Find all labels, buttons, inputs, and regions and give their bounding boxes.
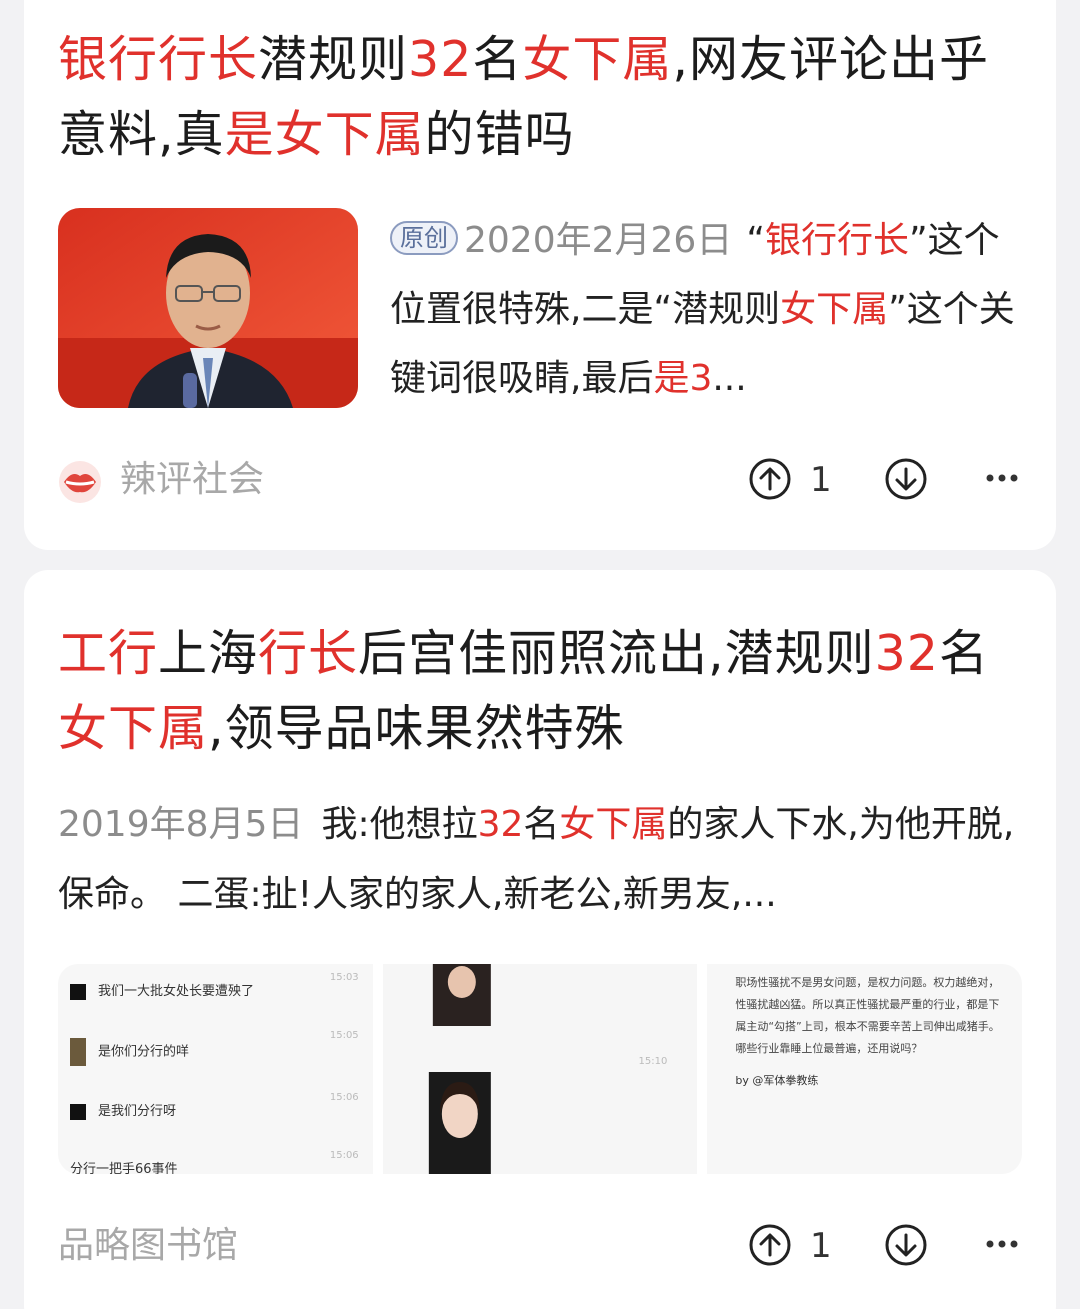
original-badge: 原创 — [390, 221, 458, 255]
upvote-count: 1 — [810, 460, 832, 500]
chat-message: 我们一大批女处长要遭殃了 — [70, 980, 254, 1000]
portrait-image — [58, 208, 358, 408]
chat-time: 15:10 — [638, 1056, 668, 1067]
result-footer: 品略图书馆 1 — [58, 1216, 1022, 1276]
arrow-up-circle-icon[interactable] — [748, 457, 792, 501]
chat-time: 15:03 — [329, 972, 359, 983]
result-snippet: 2019年8月5日 我:他想拉32名女下属的家人下水,为他开脱,保命。 二蛋:扯!… — [58, 790, 1018, 930]
highlighted-keyword: 32 — [477, 804, 524, 845]
publish-date: 2020年2月26日 — [464, 220, 733, 261]
ellipsis-icon[interactable] — [984, 466, 1020, 490]
note-author: by @军体拳教练 — [735, 1074, 819, 1087]
text-segment: ... — [712, 358, 747, 399]
text-segment: 名 — [938, 625, 989, 682]
upvote-count: 1 — [810, 1226, 832, 1266]
text-segment: ,领导品味果然特殊 — [208, 700, 625, 757]
chat-message: 分行一把手66事件 — [70, 1162, 178, 1174]
result-card-2[interactable]: 工行上海行长后宫佳丽照流出,潜规则32名女下属,领导品味果然特殊 2019年8月… — [24, 570, 1056, 1309]
text-segment: 我:他想拉 — [321, 804, 478, 845]
portrait-photos — [382, 964, 698, 1174]
highlighted-keyword: 行长 — [258, 625, 359, 682]
ellipsis-icon[interactable] — [984, 1232, 1020, 1256]
chat-message: 是你们分行的咩 — [70, 1038, 189, 1066]
highlighted-keyword: 工行 — [58, 625, 159, 682]
highlighted-keyword: 银行行长 — [58, 31, 259, 88]
arrow-down-circle-icon[interactable] — [884, 1223, 928, 1267]
gallery-image-note[interactable]: 职场性骚扰不是男女问题，是权力问题。权力越绝对，性骚扰越凶猛。所以真正性骚扰最严… — [707, 964, 1022, 1174]
chat-message: 是我们分行呀 — [70, 1100, 176, 1120]
text-segment: 上海 — [158, 625, 259, 682]
highlighted-keyword: 是3 — [653, 358, 713, 399]
result-title[interactable]: 工行上海行长后宫佳丽照流出,潜规则32名女下属,领导品味果然特殊 — [58, 616, 1028, 766]
arrow-up-circle-icon[interactable] — [748, 1223, 792, 1267]
text-segment: “ — [746, 220, 765, 261]
highlighted-keyword: 32 — [408, 31, 473, 88]
highlighted-keyword: 女下属 — [780, 289, 889, 330]
highlighted-keyword: 女下属 — [559, 804, 668, 845]
chat-time: 15:06 — [329, 1150, 359, 1161]
gallery-image-photos[interactable]: 15:10 — [382, 964, 698, 1174]
source-name[interactable]: 品略图书馆 — [58, 1216, 238, 1276]
text-segment: 名 — [472, 31, 523, 88]
result-title[interactable]: 银行行长潜规则32名女下属,网友评论出乎意料,真是女下属的错吗 — [58, 22, 1028, 172]
result-thumbnail[interactable] — [58, 208, 358, 408]
highlighted-keyword: 银行行长 — [765, 220, 910, 261]
highlighted-keyword: 女下属 — [58, 700, 209, 757]
gallery-image-chat[interactable]: 我们一大批女处长要遭殃了 15:03 是你们分行的咩 15:05 是我们分行呀 … — [58, 964, 373, 1174]
text-segment: 潜规则 — [258, 31, 409, 88]
chat-time: 15:05 — [329, 1030, 359, 1041]
result-footer: 辣评社会 1 — [58, 450, 1022, 510]
source-name[interactable]: 辣评社会 — [120, 450, 264, 510]
image-gallery[interactable]: 我们一大批女处长要遭殃了 15:03 是你们分行的咩 15:05 是我们分行呀 … — [58, 964, 1022, 1174]
text-segment: 的错吗 — [424, 106, 575, 163]
publish-date: 2019年8月5日 — [58, 804, 304, 845]
text-segment: 名 — [523, 804, 560, 845]
lips-icon — [59, 461, 101, 503]
note-text: 职场性骚扰不是男女问题，是权力问题。权力越绝对，性骚扰越凶猛。所以真正性骚扰最严… — [735, 972, 1005, 1092]
result-card-1[interactable]: 银行行长潜规则32名女下属,网友评论出乎意料,真是女下属的错吗 原创 2020年… — [24, 0, 1056, 550]
highlighted-keyword: 是女下属 — [224, 106, 425, 163]
text-segment: 后宫佳丽照流出,潜规则 — [358, 625, 875, 682]
highlighted-keyword: 32 — [874, 625, 939, 682]
highlighted-keyword: 女下属 — [522, 31, 673, 88]
arrow-down-circle-icon[interactable] — [884, 457, 928, 501]
chat-time: 15:06 — [329, 1092, 359, 1103]
result-snippet: 原创 2020年2月26日 “银行行长”这个位置很特殊,二是“潜规则女下属”这个关键… — [390, 206, 1020, 413]
